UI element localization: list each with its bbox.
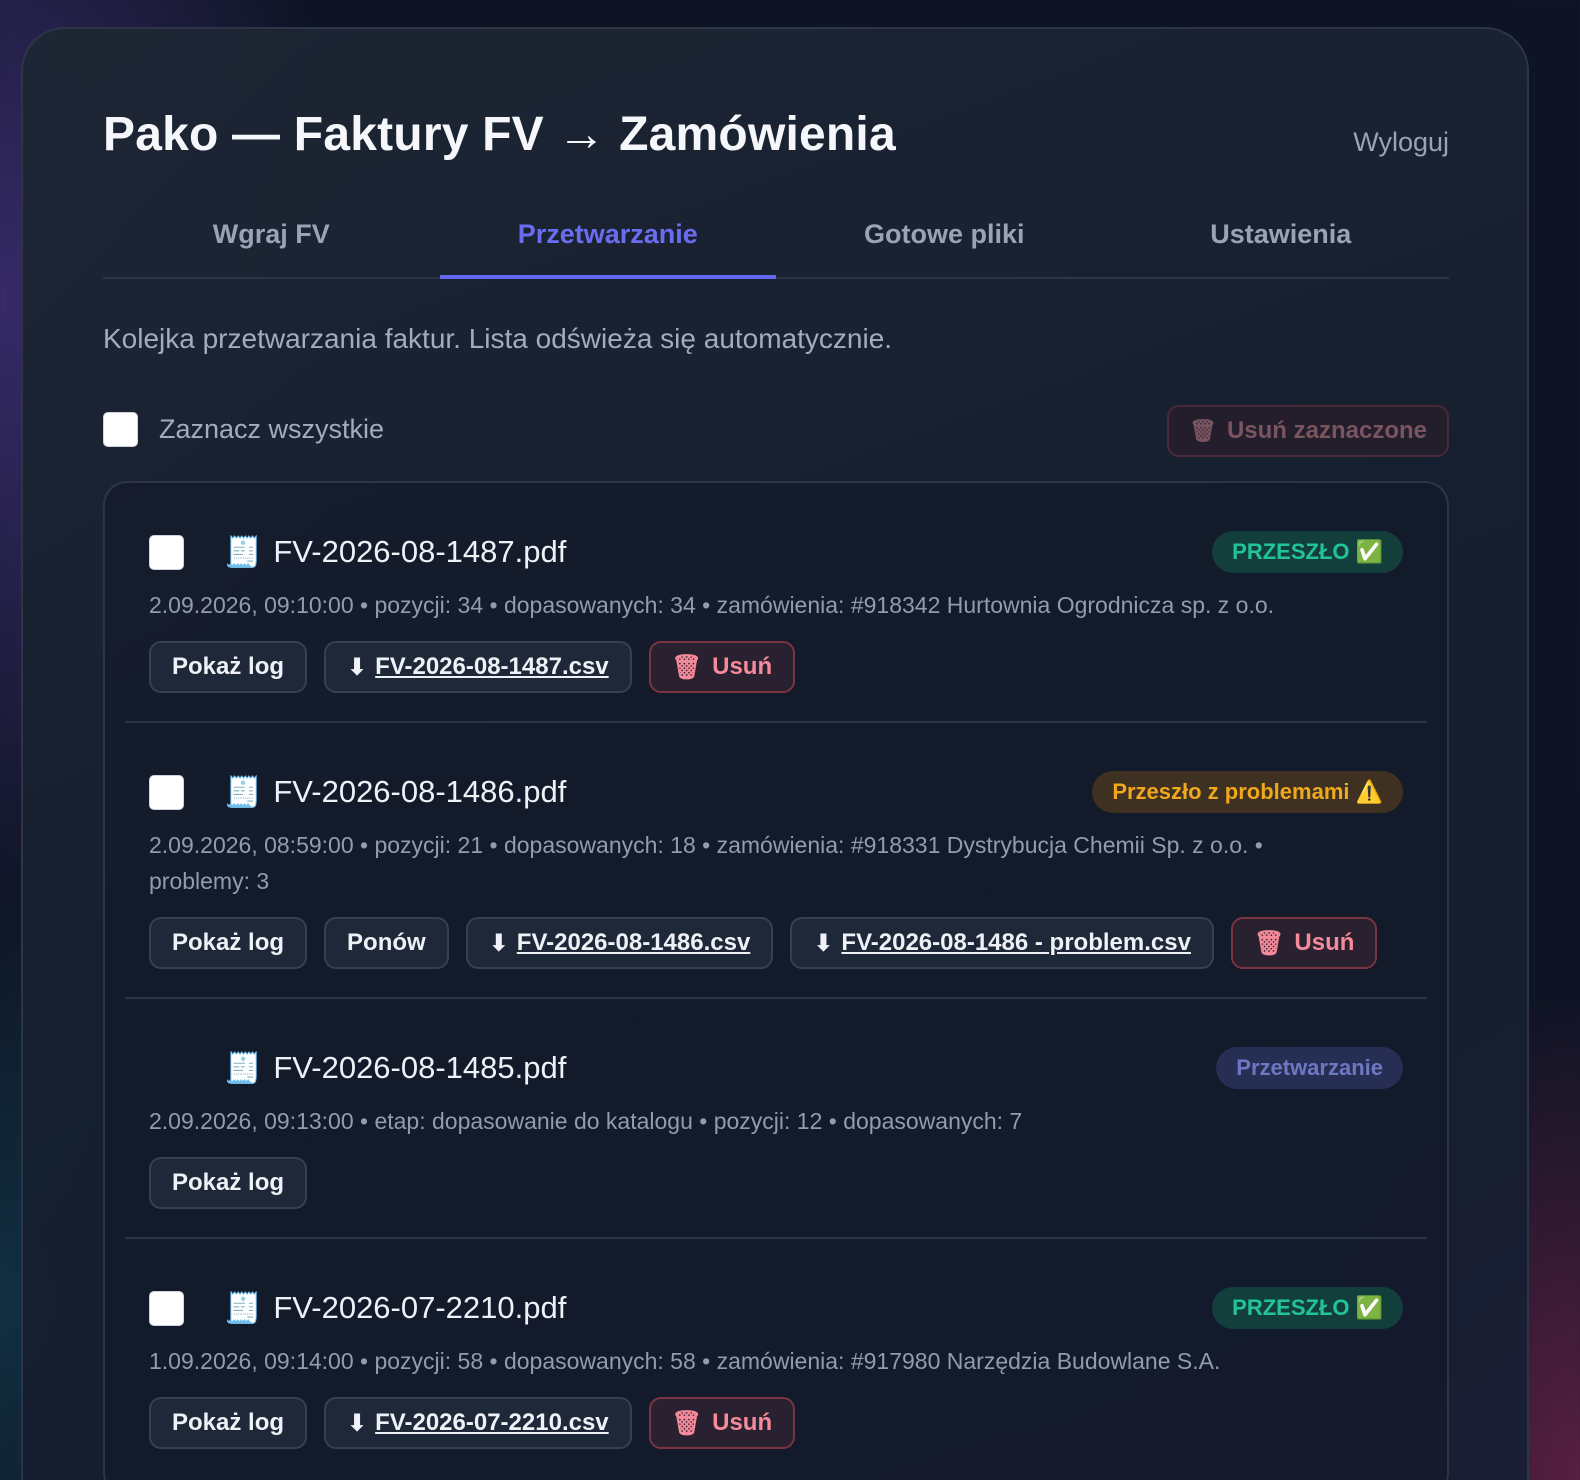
item-header: 🧾 FV-2026-08-1486.pdf Przeszło z problem… [149, 771, 1403, 813]
tab-bar: Wgraj FV Przetwarzanie Gotowe pliki Usta… [103, 199, 1449, 279]
app-panel: Pako — Faktury FV → Zamówienia Wyloguj W… [21, 27, 1529, 1480]
delete-button[interactable]: 🗑 Usuń [648, 1397, 796, 1449]
status-badge: PRZESZŁO ✅ [1212, 1287, 1403, 1329]
delete-label: Usuń [1294, 929, 1355, 956]
file-name: FV-2026-08-1485.pdf [273, 1050, 567, 1085]
item-checkbox[interactable] [149, 1290, 184, 1326]
download-csv-label: FV-2026-08-1486.csv [516, 929, 751, 956]
queue-description: Kolejka przetwarzania faktur. Lista odśw… [103, 323, 893, 354]
delete-label: Usuń [712, 1409, 773, 1436]
trash-icon: 🗑 [671, 1409, 703, 1437]
item-meta: 1.09.2026, 09:14:00 • pozycji: 58 • dopa… [149, 1348, 1221, 1374]
item-header: 🧾 FV-2026-08-1487.pdf PRZESZŁO ✅ [149, 531, 1403, 573]
file-name: FV-2026-08-1486.pdf [273, 774, 567, 809]
item-checkbox[interactable] [149, 534, 184, 570]
tab-processing[interactable]: Przetwarzanie [439, 199, 777, 279]
download-csv-label: FV-2026-08-1487.csv [375, 653, 609, 680]
retry-button[interactable]: Ponów [324, 917, 449, 969]
tab-ready-files[interactable]: Gotowe pliki [776, 199, 1113, 277]
logout-link[interactable]: Wyloguj [1353, 127, 1449, 158]
receipt-icon: 🧾 [224, 1291, 262, 1325]
file-name: FV-2026-08-1487.pdf [273, 534, 567, 569]
download-csv-button[interactable]: ⬇ FV-2026-08-1487.csv [324, 641, 632, 693]
bulk-toolbar: Zaznacz wszystkie 🗑 Usuń zaznaczone [103, 405, 1449, 457]
show-log-button[interactable]: Pokaż log [149, 641, 308, 693]
download-csv-label: FV-2026-07-2210.csv [375, 1409, 609, 1436]
download-icon: ⬇ [347, 653, 368, 681]
item-actions: Pokaż log Ponów ⬇ FV-2026-08-1486.csv ⬇ … [149, 917, 1403, 969]
delete-button[interactable]: 🗑 Usuń [648, 641, 796, 693]
status-badge: PRZESZŁO ✅ [1212, 531, 1403, 573]
page-title: Pako — Faktury FV → Zamówienia [103, 108, 896, 161]
delete-selected-label: Usuń zaznaczone [1226, 417, 1427, 444]
show-log-button[interactable]: Pokaż log [149, 1397, 308, 1449]
select-all-checkbox[interactable] [103, 412, 138, 447]
list-item: 🧾 FV-2026-08-1487.pdf PRZESZŁO ✅ 2.09.20… [125, 483, 1427, 723]
download-problem-csv-label: FV-2026-08-1486 - problem.csv [841, 929, 1191, 956]
download-icon: ⬇ [488, 929, 509, 957]
receipt-icon: 🧾 [224, 1051, 262, 1085]
trash-icon: 🗑 [671, 653, 703, 681]
item-header: 🧾 FV-2026-08-1485.pdf Przetwarzanie [149, 1047, 1403, 1089]
download-icon: ⬇ [347, 1409, 368, 1437]
list-item: 🧾 FV-2026-08-1486.pdf Przeszło z problem… [125, 723, 1427, 999]
receipt-icon: 🧾 [224, 775, 262, 809]
status-badge: Przeszło z problemami ⚠️ [1092, 771, 1403, 813]
download-problem-csv-button[interactable]: ⬇ FV-2026-08-1486 - problem.csv [790, 917, 1214, 969]
trash-icon: 🗑 [1189, 418, 1217, 443]
receipt-icon: 🧾 [224, 535, 262, 569]
select-all-label: Zaznacz wszystkie [159, 414, 385, 444]
item-header: 🧾 FV-2026-07-2210.pdf PRZESZŁO ✅ [149, 1287, 1403, 1329]
list-item: 🧾 FV-2026-07-2210.pdf PRZESZŁO ✅ 1.09.20… [125, 1239, 1427, 1480]
download-csv-button[interactable]: ⬇ FV-2026-08-1486.csv [465, 917, 774, 969]
item-actions: Pokaż log [149, 1157, 1403, 1209]
select-all[interactable]: Zaznacz wszystkie [103, 412, 384, 447]
download-icon: ⬇ [813, 929, 834, 957]
tab-settings[interactable]: Ustawienia [1113, 199, 1450, 277]
show-log-button[interactable]: Pokaż log [149, 917, 308, 969]
panel-content: Pako — Faktury FV → Zamówienia Wyloguj W… [103, 29, 1449, 1480]
delete-label: Usuń [712, 653, 773, 680]
item-meta: 2.09.2026, 09:13:00 • etap: dopasowanie … [149, 1108, 1023, 1134]
delete-button[interactable]: 🗑 Usuń [1230, 917, 1378, 969]
trash-icon: 🗑 [1253, 929, 1285, 957]
file-name: FV-2026-07-2210.pdf [273, 1290, 567, 1325]
invoice-queue-list: 🧾 FV-2026-08-1487.pdf PRZESZŁO ✅ 2.09.20… [103, 481, 1449, 1480]
show-log-button[interactable]: Pokaż log [149, 1157, 308, 1209]
tab-upload[interactable]: Wgraj FV [103, 199, 440, 277]
item-meta: 2.09.2026, 09:10:00 • pozycji: 34 • dopa… [149, 592, 1275, 618]
item-meta: 2.09.2026, 08:59:00 • pozycji: 21 • dopa… [149, 832, 1263, 894]
item-checkbox[interactable] [149, 774, 184, 810]
item-actions: Pokaż log ⬇ FV-2026-07-2210.csv 🗑 Usuń [149, 1397, 1403, 1449]
list-item: 🧾 FV-2026-08-1485.pdf Przetwarzanie 2.09… [125, 999, 1427, 1239]
item-actions: Pokaż log ⬇ FV-2026-08-1487.csv 🗑 Usuń [149, 641, 1403, 693]
download-csv-button[interactable]: ⬇ FV-2026-07-2210.csv [324, 1397, 632, 1449]
header: Pako — Faktury FV → Zamówienia Wyloguj [103, 29, 1449, 199]
status-badge: Przetwarzanie [1216, 1047, 1403, 1089]
delete-selected-button[interactable]: 🗑 Usuń zaznaczone [1167, 405, 1449, 457]
